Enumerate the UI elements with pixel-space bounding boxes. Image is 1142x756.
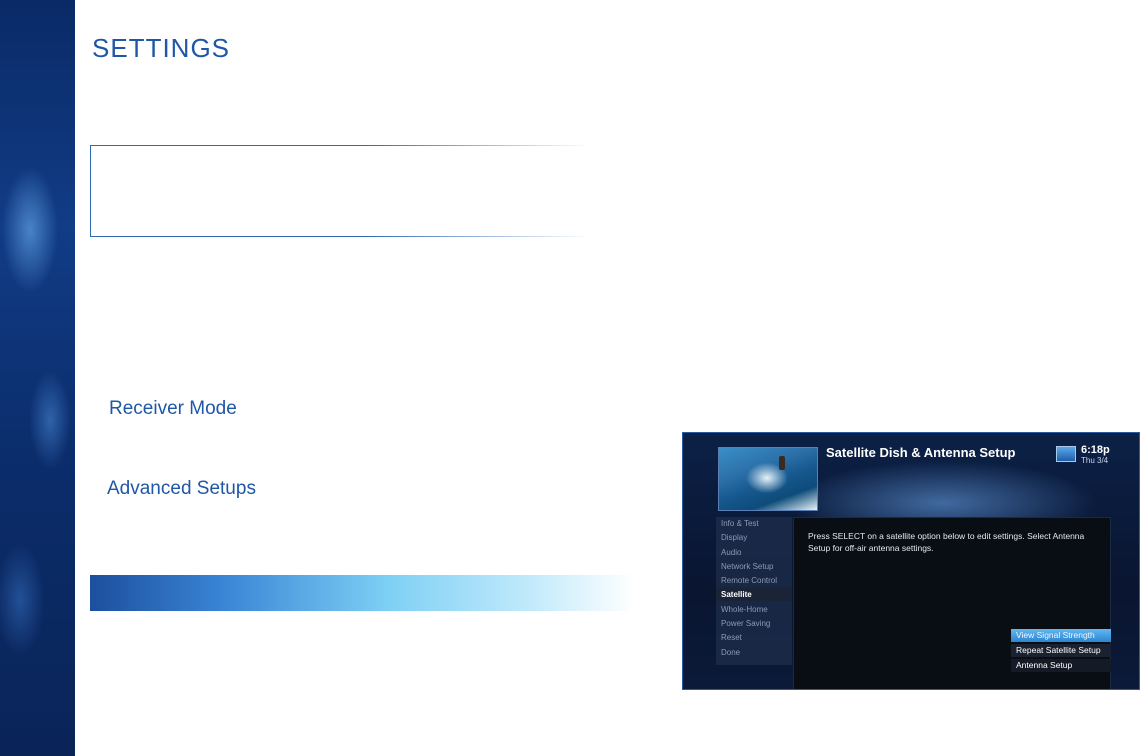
gradient-divider-bar <box>90 575 635 611</box>
tv-date: Thu 3/4 <box>1081 456 1109 465</box>
view-signal-strength-button[interactable]: View Signal Strength <box>1011 629 1111 642</box>
info-box <box>90 145 590 237</box>
tv-menu-item-done[interactable]: Done <box>721 648 740 657</box>
preview-thumbnail <box>718 447 818 511</box>
page-title: SETTINGS <box>92 33 231 63</box>
tv-screen: Satellite Dish & Antenna Setup 6:18p Thu… <box>682 432 1140 690</box>
receiver-mode-link[interactable]: Receiver Mode <box>109 398 237 420</box>
tv-menu-item-remote-control[interactable]: Remote Control <box>721 576 777 585</box>
tv-menu-item-network-setup[interactable]: Network Setup <box>721 562 773 571</box>
tv-menu-item-whole-home[interactable]: Whole-Home <box>721 605 768 614</box>
surfer-figure <box>779 456 785 470</box>
tv-menu-item-display[interactable]: Display <box>721 533 747 542</box>
tv-clock: 6:18p <box>1081 444 1110 456</box>
tv-menu-item-info-test[interactable]: Info & Test <box>721 519 759 528</box>
antenna-setup-button[interactable]: Antenna Setup <box>1011 659 1111 672</box>
tv-menu-item-power-saving[interactable]: Power Saving <box>721 619 770 628</box>
settings-page: SETTINGS Receiver Mode Advanced Setups S… <box>0 0 1142 756</box>
tv-menu-item-audio[interactable]: Audio <box>721 548 741 557</box>
repeat-satellite-setup-button[interactable]: Repeat Satellite Setup <box>1011 644 1111 657</box>
tv-screen-title: Satellite Dish & Antenna Setup <box>826 445 1016 460</box>
tv-menu-item-satellite[interactable]: Satellite <box>721 590 752 599</box>
side-decorative-strip <box>0 0 75 756</box>
advanced-setups-link[interactable]: Advanced Setups <box>107 478 256 500</box>
tv-description: Press SELECT on a satellite option below… <box>808 531 1085 553</box>
provider-logo-icon <box>1056 446 1076 462</box>
tv-menu-item-reset[interactable]: Reset <box>721 633 742 642</box>
tv-content-panel: Press SELECT on a satellite option below… <box>793 517 1111 689</box>
